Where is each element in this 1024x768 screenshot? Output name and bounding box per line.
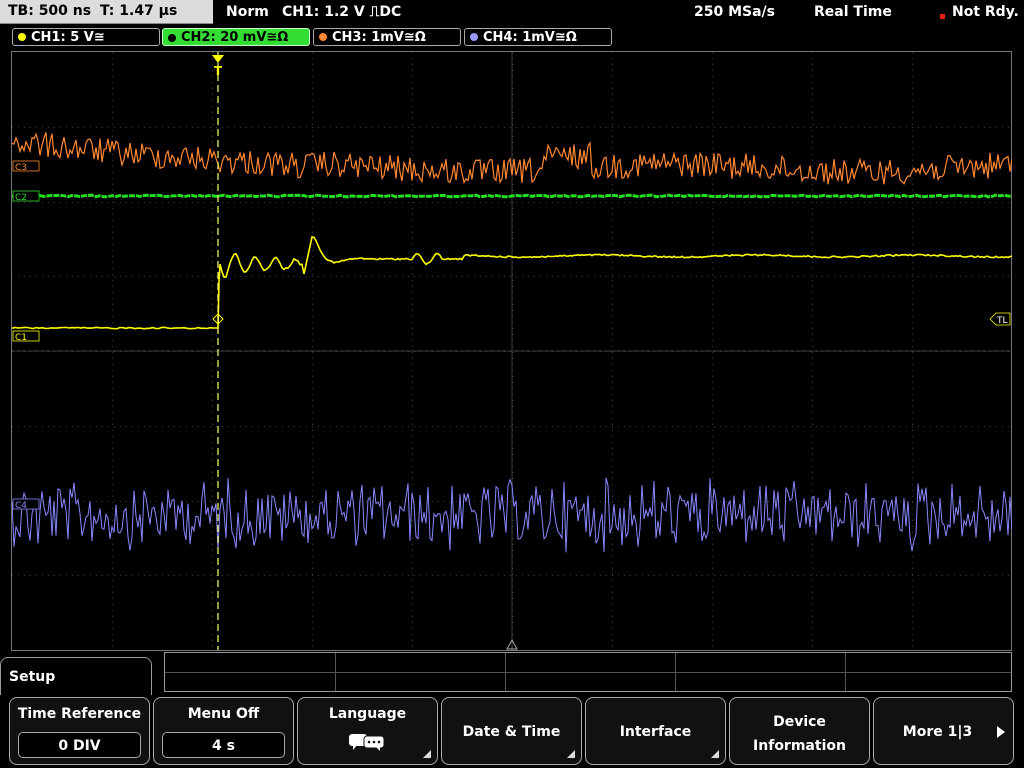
next-page-icon — [997, 726, 1005, 738]
trigger-source: CH1: 1.2 V ⎍DC — [282, 4, 402, 20]
speech-bubbles-icon — [349, 734, 385, 751]
c3-marker-label: C3 — [15, 163, 27, 173]
graticule — [12, 52, 1012, 650]
trigger-marker[interactable]: T — [212, 55, 224, 78]
interface-label: Interface — [619, 724, 692, 740]
c2-ground-marker[interactable]: C2 — [12, 190, 40, 203]
setup-menu-tab[interactable]: Setup — [0, 657, 152, 697]
waveform-canvas: T C3 C2 C1 C4 TL — [12, 52, 1012, 650]
date-time-label: Date & Time — [462, 724, 561, 740]
trigger-level-marker[interactable]: TL — [989, 312, 1011, 326]
language-button[interactable]: Language — [297, 697, 438, 765]
ch4-color-dot — [470, 33, 478, 41]
time-reference-button[interactable]: Time Reference 0 DIV — [9, 697, 150, 765]
trigger-time-readout: T: 1.47 µs — [100, 3, 178, 19]
c4-marker-label: C4 — [15, 501, 27, 511]
submenu-indicator-icon — [423, 750, 431, 758]
ch3-color-dot — [319, 33, 327, 41]
setup-title: Setup — [9, 669, 56, 685]
menu-off-button[interactable]: Menu Off 4 s — [153, 697, 294, 765]
channel-bar: CH1: 5 V≅ CH2: 20 mV≅Ω CH3: 1mV≅Ω CH4: 1… — [0, 26, 1024, 48]
menu-off-value[interactable]: 4 s — [162, 732, 285, 758]
device-information-line1: Device — [773, 714, 826, 730]
date-time-button[interactable]: Date & Time — [441, 697, 582, 765]
softkey-bar: Time Reference 0 DIV Menu Off 4 s Langua… — [0, 695, 1024, 768]
c3-ground-marker[interactable]: C3 — [12, 160, 40, 173]
time-reference-value[interactable]: 0 DIV — [18, 732, 141, 758]
c2-marker-label: C2 — [15, 193, 27, 203]
ch1-label: CH1: 5 V≅ — [31, 30, 105, 45]
language-label: Language — [328, 706, 407, 722]
channel-tab-ch4[interactable]: CH4: 1mV≅Ω — [464, 28, 612, 46]
acquisition-state: Not Rdy. — [952, 4, 1019, 20]
interface-button[interactable]: Interface — [585, 697, 726, 765]
c4-ground-marker[interactable]: C4 — [12, 498, 40, 511]
timebase-readout: TB: 500 ns — [8, 3, 92, 19]
channel-tab-ch1[interactable]: CH1: 5 V≅ — [12, 28, 160, 46]
more-label: More 1|3 — [902, 724, 973, 740]
ch2-trace — [12, 193, 1012, 199]
status-bar: TB: 500 ns T: 1.47 µs Norm CH1: 1.2 V ⎍D… — [0, 0, 1024, 24]
submenu-indicator-icon — [567, 750, 575, 758]
device-information-button[interactable]: Device Information — [729, 697, 870, 765]
trigger-marker-label: T — [214, 64, 223, 78]
ch1-color-dot — [18, 33, 26, 41]
more-button[interactable]: More 1|3 — [873, 697, 1014, 765]
c1-ground-marker[interactable]: C1 — [12, 330, 40, 343]
ch2-color-dot — [168, 34, 176, 42]
zoom-overview — [164, 652, 1012, 692]
submenu-indicator-icon — [711, 750, 719, 758]
ch2-label: CH2: 20 mV≅Ω — [181, 30, 289, 45]
menu-off-label: Menu Off — [187, 706, 260, 722]
channel-tab-ch3[interactable]: CH3: 1mV≅Ω — [313, 28, 461, 46]
trigger-mode: Norm — [226, 4, 269, 20]
time-reference-label: Time Reference — [17, 706, 142, 722]
timebase-panel[interactable]: TB: 500 ns T: 1.47 µs — [0, 0, 213, 24]
device-information-line2: Information — [753, 738, 846, 754]
c1-marker-label: C1 — [15, 333, 27, 343]
status-indicator — [940, 14, 945, 19]
ch4-label: CH4: 1mV≅Ω — [483, 30, 577, 45]
channel-tab-ch2[interactable]: CH2: 20 mV≅Ω — [162, 28, 310, 46]
waveform-display[interactable]: T C3 C2 C1 C4 TL — [11, 51, 1012, 651]
acquisition-mode: Real Time — [814, 4, 892, 20]
ch3-label: CH3: 1mV≅Ω — [332, 30, 426, 45]
trigger-level-label: TL — [996, 316, 1008, 326]
sample-rate: 250 MSa/s — [694, 4, 776, 20]
